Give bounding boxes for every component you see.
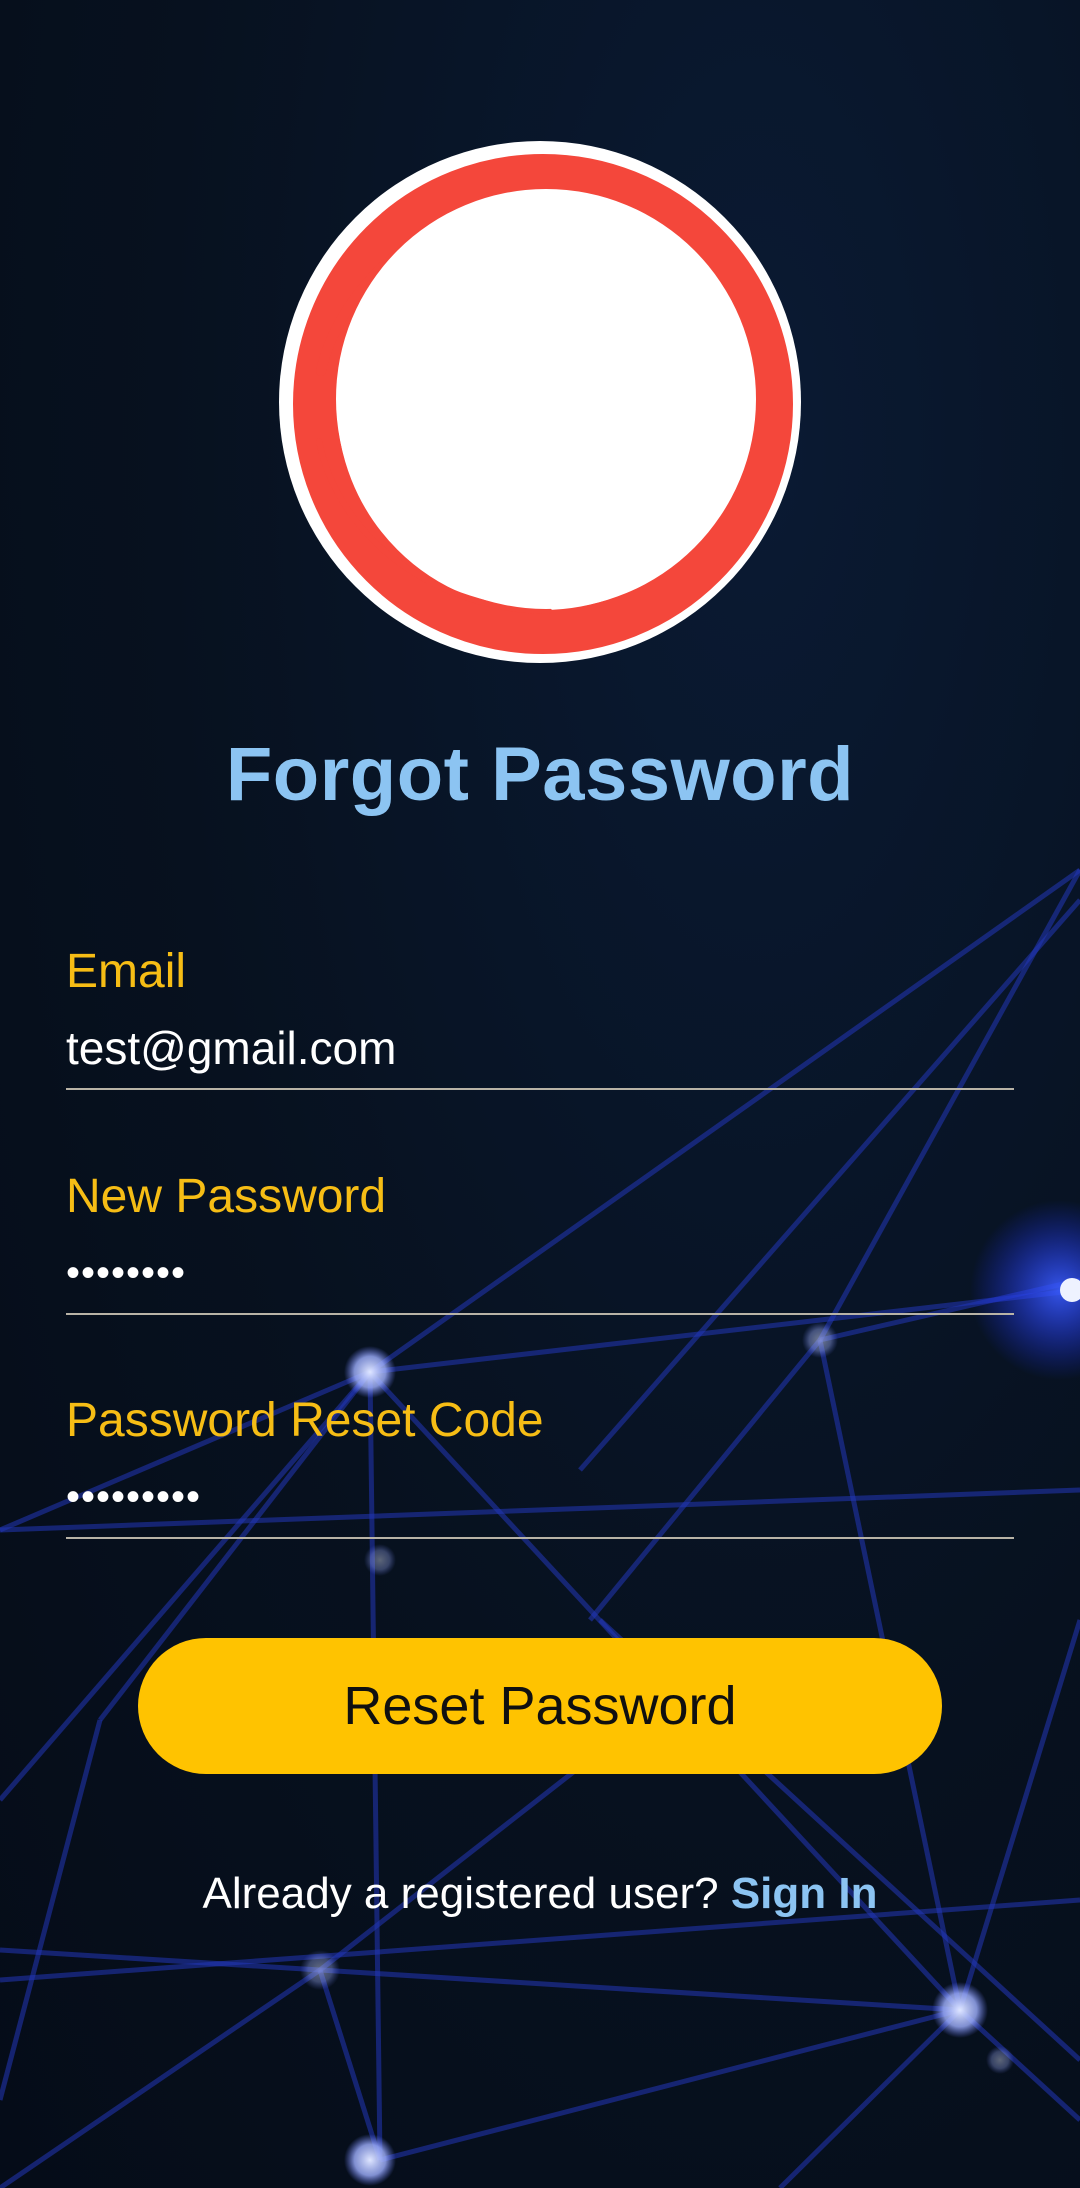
page-title: Forgot Password	[225, 732, 855, 817]
new-password-underline	[66, 1313, 1014, 1315]
red-brush-circle-icon	[279, 141, 801, 663]
email-label: Email	[66, 945, 187, 998]
signin-prompt-text: Already a registered user?	[202, 1869, 719, 1918]
email-input[interactable]: test@gmail.com	[66, 1020, 1014, 1076]
email-field[interactable]: Email test@gmail.com	[66, 944, 1014, 1090]
signin-link[interactable]: Sign In	[731, 1869, 878, 1918]
new-password-field[interactable]: New Password ••••••••	[66, 1169, 1014, 1315]
reset-code-input[interactable]: •••••••••	[66, 1469, 1014, 1525]
new-password-input[interactable]: ••••••••	[66, 1245, 1014, 1301]
new-password-label: New Password	[66, 1170, 387, 1223]
app-logo	[279, 141, 801, 663]
email-underline	[66, 1088, 1014, 1090]
reset-password-button[interactable]: Reset Password	[138, 1638, 942, 1774]
forgot-password-screen: Forgot Password Email test@gmail.com New…	[0, 0, 1080, 2188]
reset-code-label: Password Reset Code	[66, 1394, 544, 1447]
reset-code-field[interactable]: Password Reset Code •••••••••	[66, 1393, 1014, 1539]
signin-prompt-row: Already a registered user? Sign In	[0, 1864, 1080, 1924]
reset-code-underline	[66, 1537, 1014, 1539]
